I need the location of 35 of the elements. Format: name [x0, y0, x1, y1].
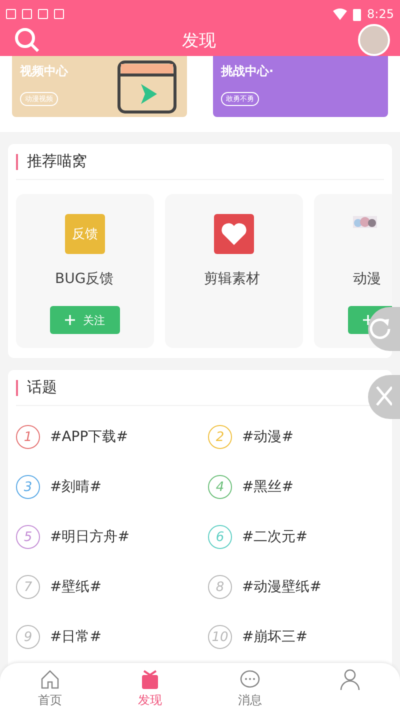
topic-link[interactable]: #APP下载# [50, 428, 128, 446]
nav-tab[interactable]: 首页 [0, 663, 100, 711]
banner-title: 视频中心 [20, 63, 68, 80]
rank-badge: 4 [208, 475, 232, 499]
recommend-name: 剪辑素材 [204, 270, 261, 288]
rank-badge: 1 [16, 425, 40, 449]
rank-badge: 10 [208, 625, 232, 649]
section-title: 推荐喵窝 [27, 152, 87, 171]
rank-badge: 3 [16, 475, 40, 499]
banner-title: 挑战中心· [221, 63, 274, 80]
rank-badge: 8 [208, 575, 232, 599]
topic-link[interactable]: #壁纸# [50, 578, 102, 596]
rank-badge: 7 [16, 575, 40, 599]
topic-link[interactable]: #日常# [50, 628, 102, 646]
rank-badge: 2 [208, 425, 232, 449]
topic-link[interactable]: #二次元# [242, 528, 308, 546]
recommend-name: 动漫 [353, 270, 382, 288]
recommend-card[interactable]: 剪辑素材 [165, 194, 303, 348]
status-time: 8:25 [367, 7, 394, 21]
feedback-logo: 反馈 [65, 214, 105, 254]
topic-link[interactable]: #刻晴# [50, 478, 102, 496]
rank-badge: 6 [208, 525, 232, 549]
recommend-card[interactable]: 反馈 BUG反馈 关注 [16, 194, 154, 348]
topic-link[interactable]: #崩坏三# [242, 628, 308, 646]
nav-tab[interactable]: 消息 [200, 663, 300, 711]
topic-link[interactable]: #动漫壁纸# [242, 578, 322, 596]
rank-badge: 9 [16, 625, 40, 649]
recommend-name: BUG反馈 [55, 270, 115, 288]
topic-link[interactable]: #动漫# [242, 428, 294, 446]
recommend-card[interactable]: 动漫 [314, 194, 392, 348]
page-title: 发现 [182, 30, 216, 52]
rank-badge: 5 [16, 525, 40, 549]
section-title: 话题 [27, 378, 57, 397]
topic-link[interactable]: #明日方舟# [50, 528, 130, 546]
topic-link[interactable]: #黑丝# [242, 478, 294, 496]
